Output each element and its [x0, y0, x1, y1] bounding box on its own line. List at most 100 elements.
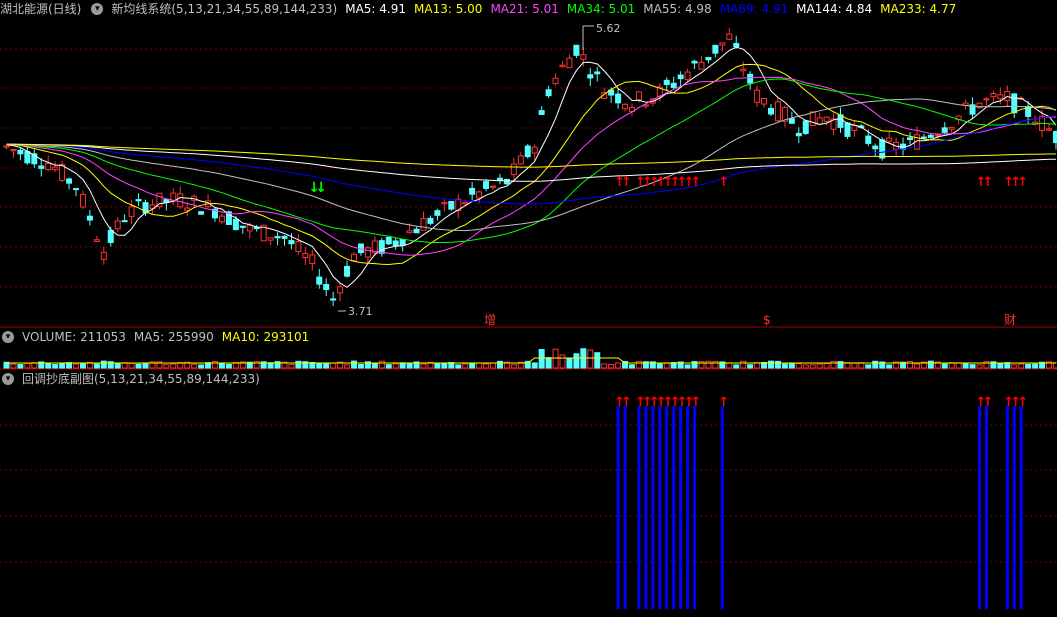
volume-bar: [587, 349, 594, 369]
volume-bar: [684, 364, 691, 369]
candle: [490, 185, 496, 188]
volume-bar: [629, 364, 635, 369]
low-price-label: 3.71: [348, 305, 373, 318]
volume-bar: [1025, 363, 1032, 369]
candle: [907, 137, 913, 141]
volume-bar: [462, 363, 469, 369]
volume-bar: [406, 363, 413, 369]
volume-bar: [774, 360, 781, 369]
volume-panel[interactable]: ▾ VOLUME: 211053 MA5: 255990 MA10: 29310…: [0, 328, 1057, 370]
candle: [997, 94, 1004, 99]
candle: [754, 89, 761, 103]
candle: [337, 286, 344, 294]
event-marker-dollar[interactable]: $: [763, 313, 771, 327]
candle: [594, 71, 601, 75]
candle: [476, 191, 483, 199]
candlestick-chart[interactable]: 5.62 3.71 增 $ 财 ↓↓ ↑↑ ↑↑↑↑↑↑↑↑↑ ↑ ↑↑ ↑↑↑: [0, 0, 1057, 328]
volume-bar: [323, 362, 330, 369]
candle: [747, 73, 754, 84]
candle: [392, 240, 399, 246]
candle: [316, 276, 323, 285]
event-marker-zeng[interactable]: 增: [484, 313, 496, 327]
volume-bar: [531, 362, 538, 369]
volume-bar: [927, 360, 934, 369]
volume-bar: [59, 362, 66, 369]
sub-indicator-panel[interactable]: ▾ 回调抄底副图(5,13,21,34,55,89,144,233) ↑ ↑ ↑ ↑ ↑…: [0, 370, 1057, 617]
candle: [364, 247, 371, 258]
volume-toggle-icon[interactable]: ▾: [2, 331, 14, 343]
volume-bar: [907, 360, 913, 369]
candle: [496, 177, 503, 181]
candle: [38, 165, 45, 169]
signal-bar: [644, 406, 648, 609]
sub-toggle-icon[interactable]: ▾: [2, 373, 14, 385]
candle: [66, 178, 73, 184]
candle: [1046, 128, 1052, 131]
volume-bar: [552, 348, 559, 369]
volume-bar: [52, 364, 59, 369]
candle: [281, 235, 288, 239]
volume-bar: [17, 364, 24, 369]
candle: [670, 82, 677, 88]
price-panel[interactable]: 湖北能源(日线) ▾ 新均线系统(5,13,21,34,55,89,144,23…: [0, 0, 1057, 328]
signal-bar: [978, 406, 981, 609]
volume-bar: [198, 364, 205, 369]
volume-bar: [371, 362, 378, 369]
candle: [45, 162, 52, 171]
candle: [351, 253, 357, 262]
candle: [566, 57, 573, 69]
candle: [59, 164, 66, 181]
volume-bar: [218, 363, 225, 369]
candle: [1052, 130, 1057, 144]
volume-bar: [357, 364, 364, 369]
candle: [288, 240, 295, 245]
candle: [552, 77, 559, 85]
volume-bar: [705, 360, 712, 369]
candle: [865, 135, 872, 144]
volume-bar: [100, 360, 107, 369]
ma-line-89: [6, 115, 1057, 205]
sub-panel-header: ▾ 回调抄底副图(5,13,21,34,55,89,144,233): [0, 370, 268, 388]
candle: [622, 103, 629, 110]
signal-bar: [651, 406, 655, 609]
candle: [232, 218, 239, 231]
volume-bar: [31, 362, 38, 369]
volume-bar: [163, 364, 170, 369]
volume-bar: [93, 363, 100, 369]
candle: [267, 237, 274, 241]
candle: [698, 61, 705, 70]
candle: [246, 224, 253, 232]
candle: [483, 181, 490, 189]
volume-bar: [295, 360, 302, 369]
candle: [545, 89, 552, 97]
volume-bar: [768, 360, 774, 369]
volume-bar: [420, 363, 427, 369]
signal-chart[interactable]: ↑↑ ↑↑↑↑↑↑↑↑↑ ↑ ↑↑ ↑↑↑: [0, 370, 1057, 617]
volume-bar: [344, 364, 351, 369]
candle: [663, 79, 670, 86]
candle: [239, 225, 246, 228]
candle: [927, 134, 934, 138]
volume-bar: [823, 363, 830, 369]
signal-bar: [623, 406, 627, 609]
volume-bar: [455, 364, 462, 369]
volume-title: VOLUME: 211053: [22, 330, 126, 344]
volume-bar: [816, 363, 823, 369]
volume-bar: [1032, 363, 1039, 369]
signal-arrow-icon: ↑: [718, 395, 729, 410]
signal-bar: [1019, 406, 1023, 609]
buy-arrow-icon: ↓: [315, 180, 327, 196]
signal-arrow-icon: ↑: [1017, 395, 1028, 410]
candle: [399, 239, 406, 246]
volume-bar: [1018, 363, 1025, 369]
event-marker-cai[interactable]: 财: [1004, 313, 1016, 327]
signal-bar: [686, 406, 690, 609]
volume-bar: [1011, 364, 1018, 369]
indicator-toggle-icon[interactable]: ▾: [91, 3, 104, 15]
candle: [934, 134, 941, 137]
candle: [733, 42, 740, 48]
candle: [128, 206, 135, 217]
candle: [691, 60, 698, 64]
volume-bar: [170, 363, 177, 369]
ma-value: MA13: 5.00: [414, 2, 483, 16]
